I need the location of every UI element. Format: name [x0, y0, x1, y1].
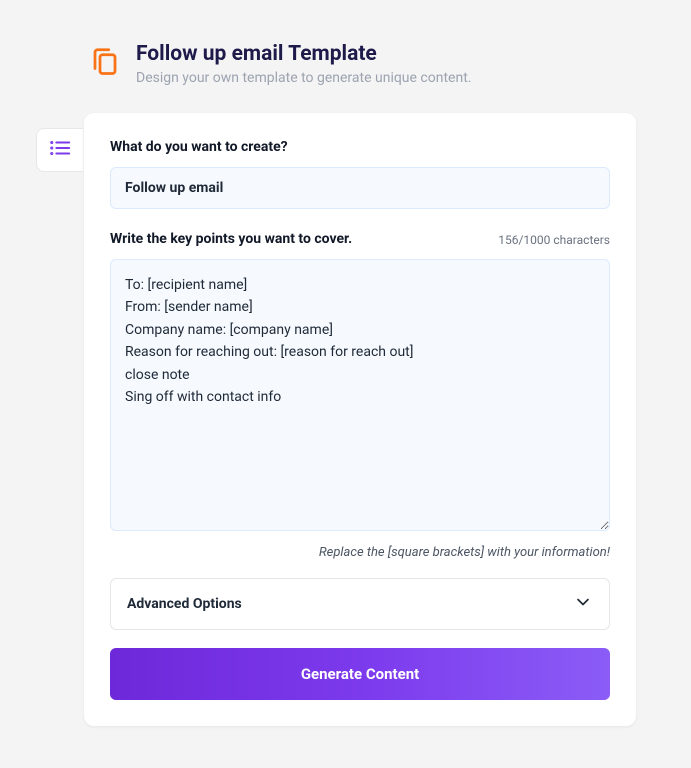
- keypoints-textarea[interactable]: [110, 259, 610, 531]
- header-text: Follow up email Template Design your own…: [136, 42, 471, 86]
- advanced-options-toggle[interactable]: Advanced Options: [110, 578, 610, 630]
- keypoints-row: Write the key points you want to cover. …: [110, 231, 610, 247]
- page-subtitle: Design your own template to generate uni…: [136, 70, 471, 86]
- form-card: What do you want to create? Write the ke…: [84, 113, 636, 726]
- sidebar-toggle[interactable]: [36, 128, 83, 172]
- chevron-down-icon: [573, 592, 593, 616]
- page-title: Follow up email Template: [136, 42, 471, 66]
- keypoints-label: Write the key points you want to cover.: [110, 231, 352, 247]
- brackets-hint: Replace the [square brackets] with your …: [110, 545, 610, 560]
- char-count: 156/1000 characters: [498, 233, 610, 247]
- advanced-options-label: Advanced Options: [127, 596, 242, 612]
- copy-icon: [90, 46, 120, 80]
- page-header: Follow up email Template Design your own…: [0, 0, 691, 86]
- create-input[interactable]: [110, 167, 610, 209]
- generate-button[interactable]: Generate Content: [110, 648, 610, 700]
- create-label: What do you want to create?: [110, 139, 610, 155]
- list-icon: [49, 142, 71, 161]
